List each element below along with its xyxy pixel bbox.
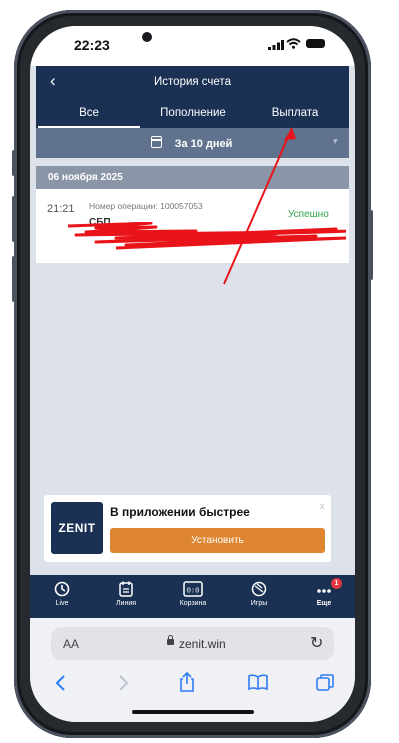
- annotation-arrow: [223, 127, 296, 285]
